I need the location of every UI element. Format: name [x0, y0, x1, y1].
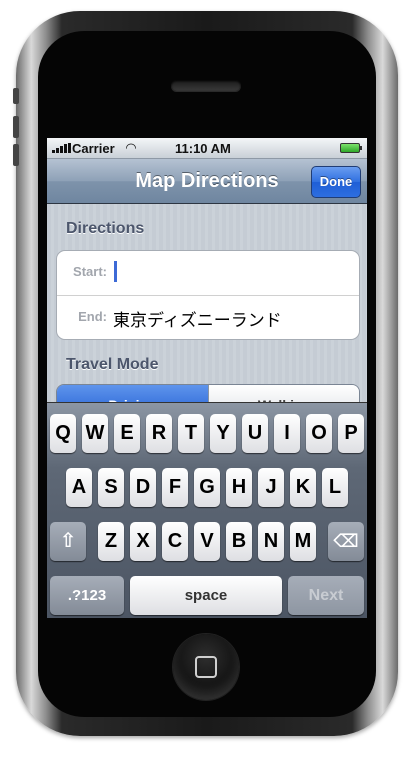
key-f[interactable]: F: [162, 468, 188, 507]
carrier-name: Carrier: [72, 141, 115, 156]
key-t[interactable]: T: [178, 414, 204, 453]
done-button[interactable]: Done: [311, 166, 361, 198]
text-cursor: [114, 261, 117, 282]
volume-up-button: [13, 116, 19, 138]
key-r[interactable]: R: [146, 414, 172, 453]
key-a[interactable]: A: [66, 468, 92, 507]
key-q[interactable]: Q: [50, 414, 76, 453]
key-y[interactable]: Y: [210, 414, 236, 453]
key-z[interactable]: Z: [98, 522, 124, 561]
shift-key[interactable]: ⇧: [50, 522, 86, 561]
keyboard: Q W E R T Y U I O P A S D F G H J K L ⇧ …: [47, 402, 367, 618]
numbers-key[interactable]: .?123: [50, 576, 124, 615]
key-k[interactable]: K: [290, 468, 316, 507]
travel-mode-section-label: Travel Mode: [66, 356, 159, 373]
status-bar: Carrier ◠ 11:10 AM: [47, 138, 367, 159]
key-g[interactable]: G: [194, 468, 220, 507]
space-key[interactable]: space: [130, 576, 282, 615]
wifi-icon: ◠: [126, 140, 136, 155]
key-m[interactable]: M: [290, 522, 316, 561]
battery-icon: [340, 143, 362, 153]
earpiece-speaker: [171, 80, 241, 91]
key-i[interactable]: I: [274, 414, 300, 453]
signal-bars-icon: [52, 143, 71, 153]
key-h[interactable]: H: [226, 468, 252, 507]
mute-switch: [13, 88, 19, 104]
volume-down-button: [13, 144, 19, 166]
directions-section-label: Directions: [66, 220, 145, 237]
delete-backspace-icon: ⌫: [333, 531, 359, 551]
navigation-bar: Map Directions Done: [47, 159, 367, 204]
end-row[interactable]: End: 東京ディズニーランド: [57, 295, 359, 339]
key-x[interactable]: X: [130, 522, 156, 561]
key-e[interactable]: E: [114, 414, 140, 453]
end-label: End:: [78, 309, 107, 324]
key-l[interactable]: L: [322, 468, 348, 507]
key-w[interactable]: W: [82, 414, 108, 453]
key-v[interactable]: V: [194, 522, 220, 561]
delete-key[interactable]: ⌫: [328, 522, 364, 561]
start-label: Start:: [73, 264, 107, 279]
key-c[interactable]: C: [162, 522, 188, 561]
key-j[interactable]: J: [258, 468, 284, 507]
key-d[interactable]: D: [130, 468, 156, 507]
key-s[interactable]: S: [98, 468, 124, 507]
status-time: 11:10 AM: [175, 141, 231, 156]
key-b[interactable]: B: [226, 522, 252, 561]
start-row[interactable]: Start:: [57, 251, 359, 294]
form-content: Directions Start: End: 東京ディズニーランド Travel…: [47, 204, 367, 404]
screen: Carrier ◠ 11:10 AM Map Directions Done D…: [47, 138, 367, 618]
directions-group: Start: End: 東京ディズニーランド: [56, 250, 360, 340]
end-field[interactable]: 東京ディズニーランド: [113, 306, 282, 331]
key-u[interactable]: U: [242, 414, 268, 453]
shift-arrow-icon: ⇧: [59, 530, 77, 552]
key-n[interactable]: N: [258, 522, 284, 561]
home-square-icon: [195, 656, 217, 678]
key-p[interactable]: P: [338, 414, 364, 453]
next-key[interactable]: Next: [288, 576, 364, 615]
key-o[interactable]: O: [306, 414, 332, 453]
home-button[interactable]: [173, 634, 239, 700]
